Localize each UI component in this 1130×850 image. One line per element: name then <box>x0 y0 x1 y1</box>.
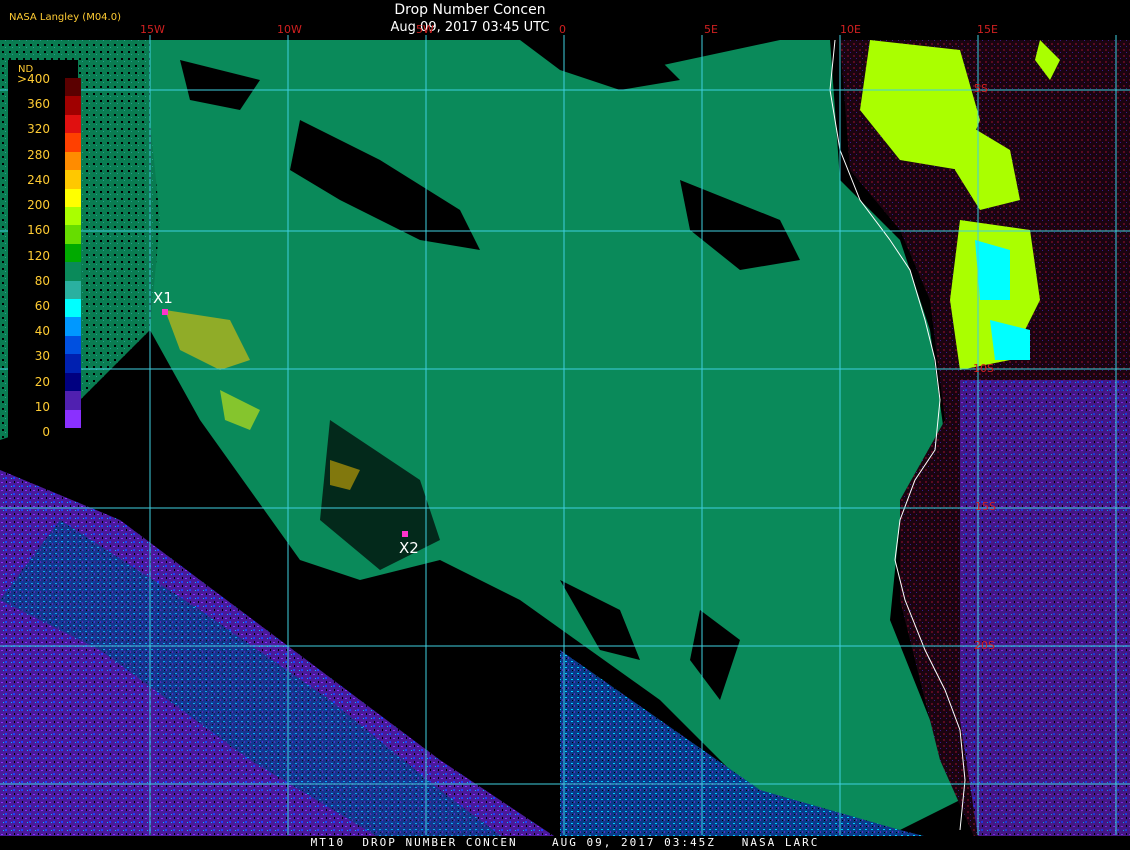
legend-swatch <box>65 96 81 116</box>
legend-label: 320 <box>27 122 50 137</box>
legend-swatch <box>65 280 81 300</box>
legend-label: 240 <box>27 172 50 187</box>
legend-swatch <box>65 335 81 355</box>
legend-swatch <box>65 188 81 208</box>
map-title: Drop Number Concen <box>394 2 546 18</box>
marker-x1-dot <box>162 309 168 315</box>
legend-swatch <box>65 409 81 429</box>
lat-label-20s: 20S <box>974 639 995 652</box>
legend-label: 200 <box>27 198 50 213</box>
legend-label: 120 <box>27 248 50 263</box>
lon-label-0: 0 <box>559 23 566 36</box>
legend-label: 60 <box>34 298 50 313</box>
lon-label-15e: 15E <box>977 23 998 36</box>
lon-label-10e: 10E <box>840 23 861 36</box>
legend-label: 80 <box>34 273 50 288</box>
legend-swatch <box>65 206 81 226</box>
marker-x1-label: X1 <box>153 289 173 307</box>
legend-label: 30 <box>34 349 50 364</box>
lat-label-10s: 10S <box>973 362 994 375</box>
lat-label-15s: 15S <box>975 500 996 513</box>
legend-swatch <box>65 225 81 245</box>
lon-label-15w: 15W <box>140 23 165 36</box>
credit-label: NASA Langley (M04.0) <box>9 12 121 23</box>
legend-swatch <box>65 372 81 392</box>
legend-label: 360 <box>27 97 50 112</box>
legend-swatch <box>65 391 81 411</box>
legend-label: 40 <box>34 324 50 339</box>
legend-swatch <box>65 78 81 97</box>
legend-swatch <box>65 151 81 171</box>
legend-label: 160 <box>27 223 50 238</box>
lon-label-10w: 10W <box>277 23 302 36</box>
legend-swatch <box>65 243 81 263</box>
legend-swatch <box>65 317 81 337</box>
legend-swatch <box>65 299 81 318</box>
lon-label-5w: 5W <box>416 23 434 36</box>
legend-label: 0 <box>42 425 50 439</box>
satellite-map <box>0 0 1130 850</box>
legend-swatch <box>65 354 81 374</box>
lon-label-5e: 5E <box>704 23 718 36</box>
lat-label-5s: 5S <box>974 82 988 95</box>
legend-label: 10 <box>34 399 50 414</box>
legend-swatch <box>65 170 81 189</box>
marker-x2-label: X2 <box>399 539 419 557</box>
legend-swatch <box>65 114 81 134</box>
legend-swatch <box>65 262 81 282</box>
footer-caption: MT10 DROP NUMBER CONCEN AUG 09, 2017 03:… <box>0 836 1130 850</box>
marker-x2-dot <box>402 531 408 537</box>
legend-label: 280 <box>27 147 50 162</box>
legend-swatch <box>65 133 81 153</box>
legend-label: >400 <box>17 72 50 86</box>
legend-label: 20 <box>34 374 50 389</box>
